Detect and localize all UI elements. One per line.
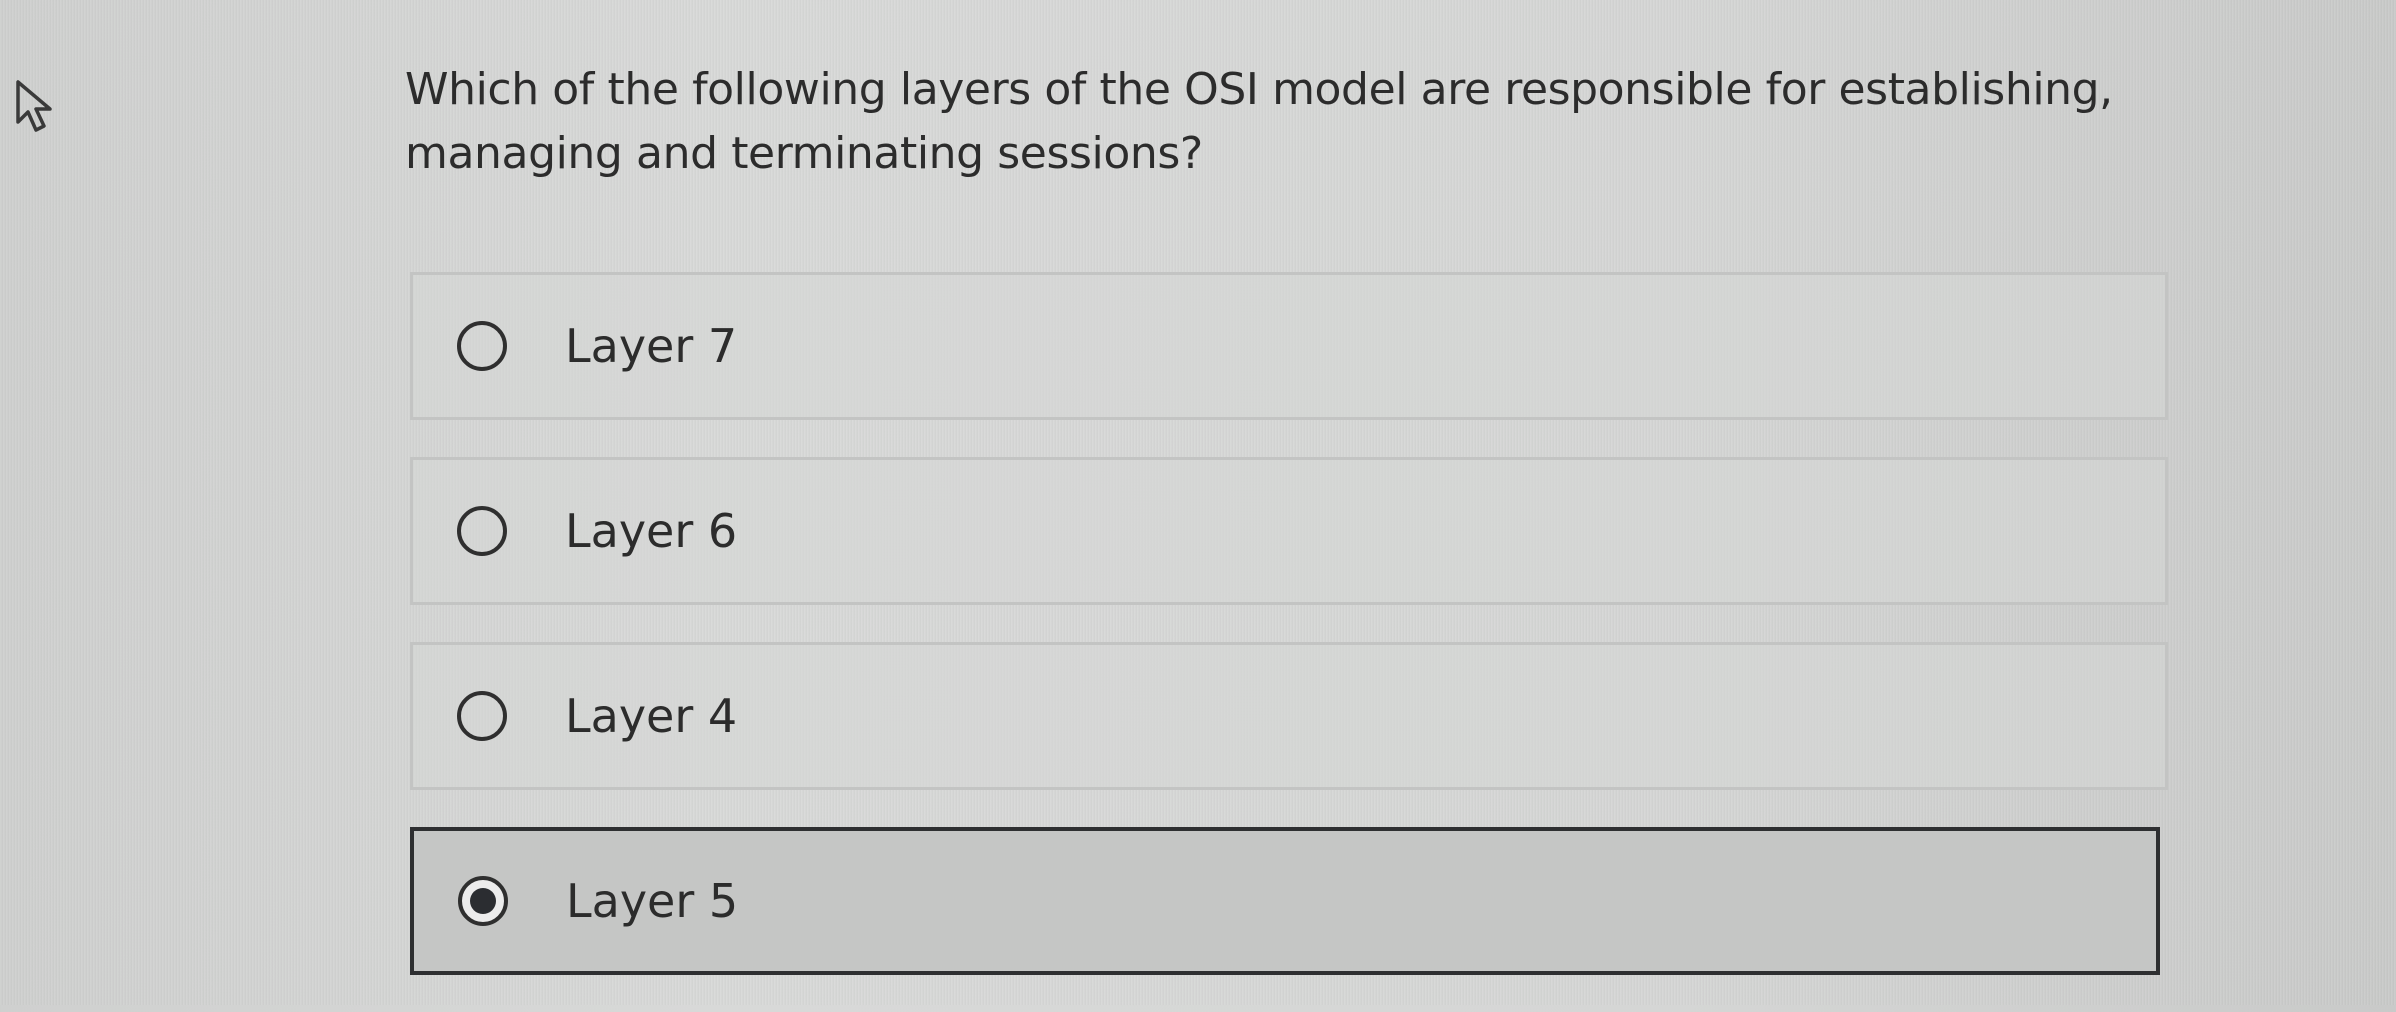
radio-unchecked-icon[interactable] [457, 506, 507, 556]
option-layer-4[interactable]: Layer 4 [410, 642, 2168, 790]
mouse-pointer-icon [16, 80, 52, 132]
option-label: Layer 5 [566, 874, 739, 928]
question-text: Which of the following layers of the OSI… [405, 64, 2113, 179]
radio-unchecked-icon[interactable] [457, 691, 507, 741]
radio-checked-icon[interactable] [458, 876, 508, 926]
option-layer-7[interactable]: Layer 7 [410, 272, 2168, 420]
answer-options: Layer 7 Layer 6 Layer 4 Layer 5 [410, 272, 2168, 1012]
option-layer-5[interactable]: Layer 5 [410, 827, 2160, 975]
radio-unchecked-icon[interactable] [457, 321, 507, 371]
option-label: Layer 4 [565, 689, 738, 743]
option-label: Layer 6 [565, 504, 738, 558]
option-layer-6[interactable]: Layer 6 [410, 457, 2168, 605]
option-label: Layer 7 [565, 319, 738, 373]
